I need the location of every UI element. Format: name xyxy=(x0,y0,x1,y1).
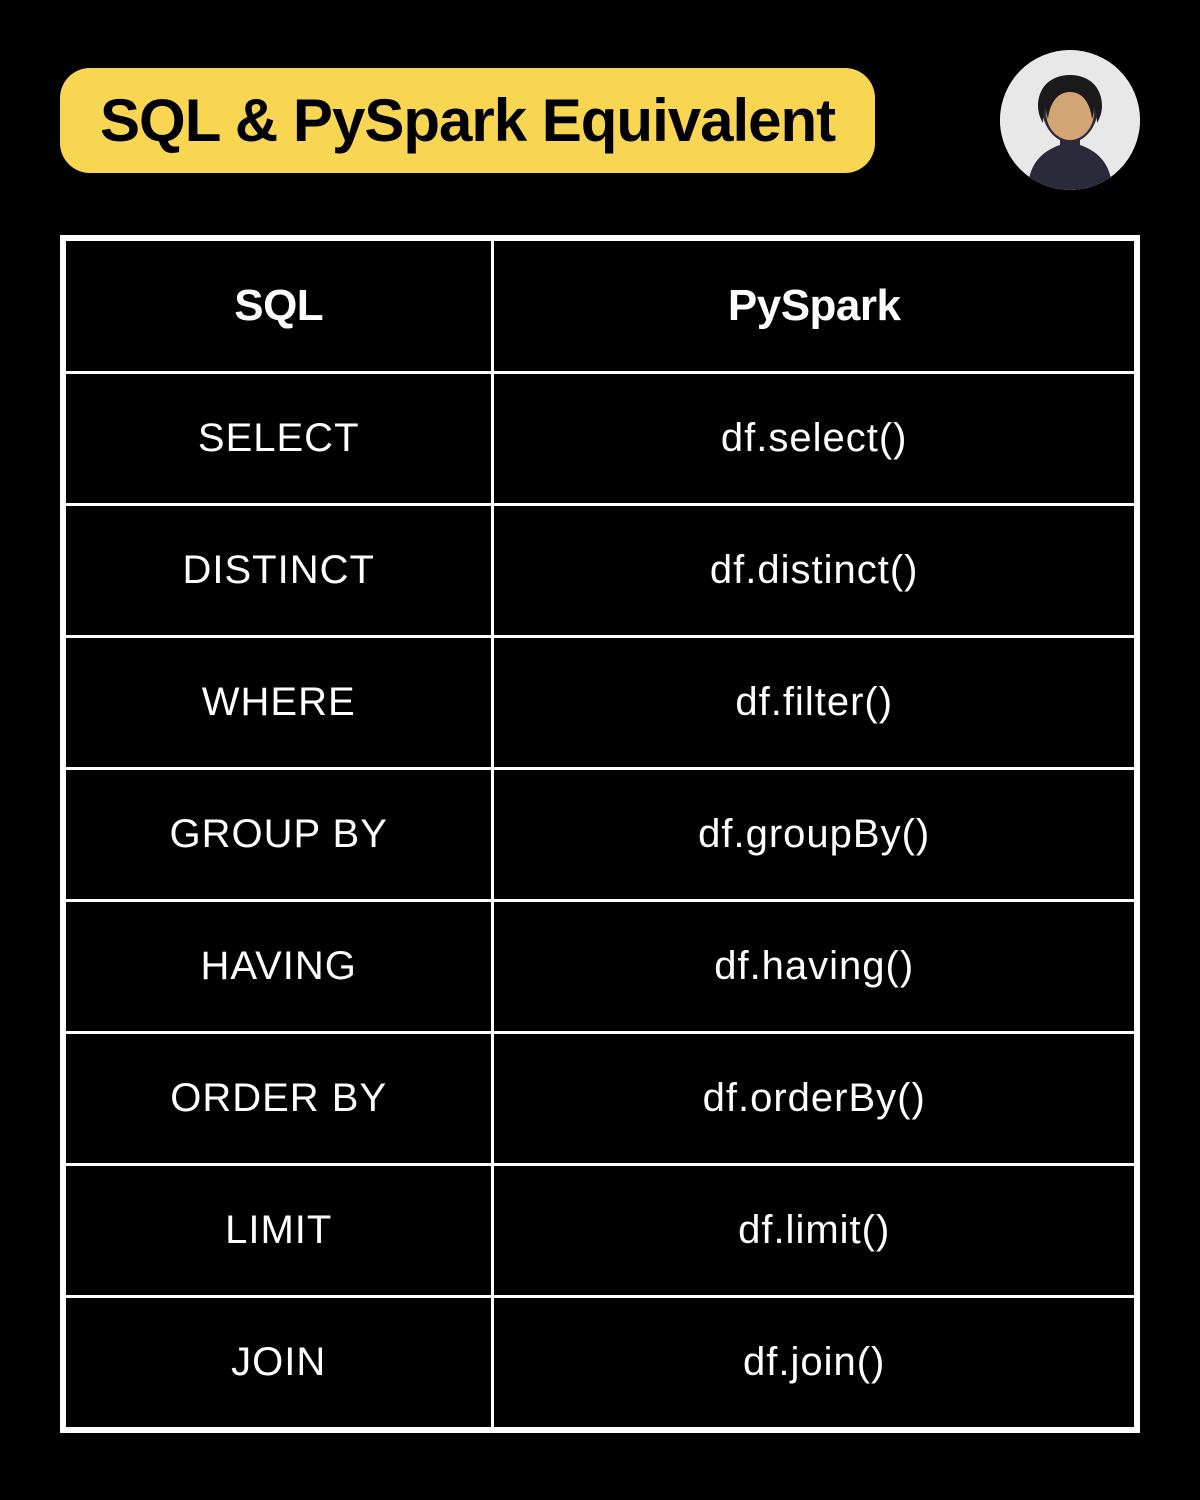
pyspark-cell: df.filter() xyxy=(493,637,1136,769)
table-row: LIMIT df.limit() xyxy=(65,1165,1136,1297)
table-row: WHERE df.filter() xyxy=(65,637,1136,769)
sql-cell: HAVING xyxy=(65,901,493,1033)
pyspark-cell: df.having() xyxy=(493,901,1136,1033)
sql-cell: LIMIT xyxy=(65,1165,493,1297)
sql-cell: JOIN xyxy=(65,1297,493,1429)
pyspark-cell: df.distinct() xyxy=(493,505,1136,637)
avatar xyxy=(1000,50,1140,190)
table: SQL PySpark SELECT df.select() DISTINCT … xyxy=(63,238,1137,1430)
table-header-row: SQL PySpark xyxy=(65,240,1136,373)
table-row: SELECT df.select() xyxy=(65,373,1136,505)
sql-cell: SELECT xyxy=(65,373,493,505)
column-header-sql: SQL xyxy=(65,240,493,373)
sql-cell: WHERE xyxy=(65,637,493,769)
table-row: DISTINCT df.distinct() xyxy=(65,505,1136,637)
pyspark-cell: df.orderBy() xyxy=(493,1033,1136,1165)
table-row: ORDER BY df.orderBy() xyxy=(65,1033,1136,1165)
pyspark-cell: df.limit() xyxy=(493,1165,1136,1297)
person-silhouette-icon xyxy=(1000,50,1140,190)
table-row: JOIN df.join() xyxy=(65,1297,1136,1429)
pyspark-cell: df.groupBy() xyxy=(493,769,1136,901)
table-row: HAVING df.having() xyxy=(65,901,1136,1033)
sql-cell: DISTINCT xyxy=(65,505,493,637)
page-title: SQL & PySpark Equivalent xyxy=(60,68,875,173)
column-header-pyspark: PySpark xyxy=(493,240,1136,373)
pyspark-cell: df.select() xyxy=(493,373,1136,505)
comparison-table: SQL PySpark SELECT df.select() DISTINCT … xyxy=(60,235,1140,1433)
table-row: GROUP BY df.groupBy() xyxy=(65,769,1136,901)
sql-cell: GROUP BY xyxy=(65,769,493,901)
sql-cell: ORDER BY xyxy=(65,1033,493,1165)
header: SQL & PySpark Equivalent xyxy=(60,50,1140,190)
pyspark-cell: df.join() xyxy=(493,1297,1136,1429)
